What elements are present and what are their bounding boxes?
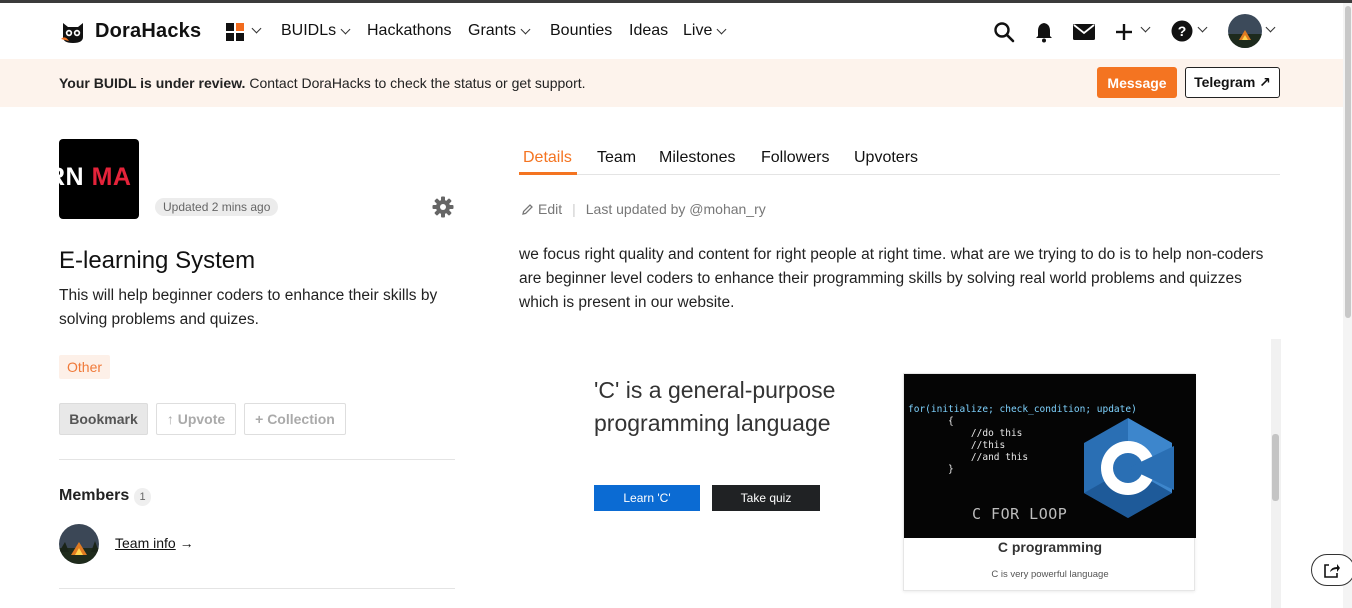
updated-badge: Updated 2 mins ago	[155, 198, 279, 216]
c-programming-card[interactable]: for(initialize; check_condition; update)…	[903, 373, 1196, 591]
learn-c-button[interactable]: Learn 'C'	[594, 485, 700, 511]
banner-message: Your BUIDL is under review. Contact Dora…	[59, 75, 586, 91]
nav-item-label: BUIDLs	[281, 22, 337, 39]
upvote-button[interactable]: ↑ Upvote	[156, 403, 236, 435]
team-info-link[interactable]: Team info →	[115, 535, 194, 551]
banner-bold-text: Your BUIDL is under review.	[59, 75, 246, 91]
message-button[interactable]: Message	[1097, 67, 1177, 98]
dorahacks-logo[interactable]: DoraHacks	[59, 17, 201, 45]
nav-item-bounties[interactable]: Bounties	[550, 22, 612, 40]
details-body: we focus right quality and content for r…	[519, 246, 1264, 311]
project-logo: RN MA	[59, 139, 139, 219]
share-button[interactable]	[1311, 554, 1352, 586]
plus-chevron-down-icon[interactable]	[1140, 22, 1151, 33]
nav-item-buidls[interactable]: BUIDLs	[281, 22, 351, 40]
nav-item-live[interactable]: Live	[683, 22, 727, 40]
banner-detail-text: Contact DoraHacks to check the status or…	[245, 75, 586, 91]
arrow-right-icon: →	[175, 535, 194, 551]
nav-item-label: Ideas	[629, 22, 669, 39]
details-tabs: Details Team Milestones Followers Upvote…	[519, 146, 1280, 175]
members-heading: Members	[59, 487, 130, 504]
tab-followers[interactable]: Followers	[761, 149, 829, 167]
edit-link[interactable]: Edit	[538, 201, 562, 217]
nav-item-label: Grants	[468, 22, 517, 39]
c-language-logo-icon	[1084, 418, 1174, 518]
dorahacks-owl-icon	[59, 17, 87, 45]
embed-heading: 'C' is a general-purpose programming lan…	[594, 377, 836, 436]
help-icon[interactable]: ?	[1171, 20, 1193, 47]
review-banner: Your BUIDL is under review. Contact Dora…	[0, 59, 1343, 107]
apps-chevron-down-icon[interactable]	[251, 23, 262, 34]
project-title: E-learning System	[59, 247, 256, 274]
category-tag[interactable]: Other	[59, 355, 111, 379]
gear-icon[interactable]	[432, 196, 454, 223]
mail-icon[interactable]	[1073, 24, 1095, 45]
nav-item-label: Live	[683, 22, 713, 39]
pencil-icon[interactable]	[521, 203, 534, 216]
apps-grid-icon[interactable]	[226, 23, 244, 41]
c-for-loop-caption: C FOR LOOP	[972, 505, 1068, 523]
team-info-label: Team info	[115, 535, 176, 551]
project-logo-text-red: MA	[91, 163, 132, 191]
tab-details[interactable]: Details	[523, 149, 572, 167]
logo-text: DoraHacks	[95, 19, 202, 42]
separator: |	[572, 201, 576, 217]
svg-text:?: ?	[1178, 23, 1187, 39]
nav-item-grants[interactable]: Grants	[468, 22, 531, 40]
card-subtitle: C is very powerful language	[991, 569, 1109, 580]
user-avatar[interactable]	[1228, 14, 1262, 48]
chevron-down-icon	[340, 24, 351, 34]
c-for-loop-image: for(initialize; check_condition; update)…	[904, 374, 1196, 538]
help-chevron-down-icon[interactable]	[1197, 22, 1208, 33]
member-avatar[interactable]	[59, 524, 99, 564]
card-title: C programming	[997, 539, 1103, 555]
project-logo-text-white: RN	[59, 163, 85, 191]
tab-upvoters[interactable]: Upvoters	[854, 149, 918, 167]
nav-item-hackathons[interactable]: Hackathons	[367, 22, 452, 40]
last-updated-text: Last updated by @mohan_ry	[585, 201, 766, 217]
take-quiz-button[interactable]: Take quiz	[712, 485, 820, 511]
active-tab-indicator	[519, 172, 577, 175]
nav-item-ideas[interactable]: Ideas	[629, 22, 668, 40]
tab-team[interactable]: Team	[597, 149, 636, 167]
nav-item-label: Hackathons	[367, 22, 452, 39]
divider	[59, 588, 455, 589]
share-icon	[1323, 562, 1341, 584]
add-collection-button[interactable]: + Collection	[244, 403, 346, 435]
chevron-down-icon	[716, 24, 727, 34]
user-menu-chevron-down-icon[interactable]	[1265, 22, 1276, 33]
page-scrollbar-thumb[interactable]	[1345, 6, 1351, 318]
divider	[59, 459, 455, 460]
embed-scrollbar-thumb[interactable]	[1272, 434, 1279, 501]
bookmark-button[interactable]: Bookmark	[59, 403, 148, 435]
edit-row: Edit | Last updated by @mohan_ry	[521, 201, 766, 217]
members-count-badge: 1	[134, 488, 151, 506]
chevron-down-icon	[520, 24, 531, 34]
top-navigation: DoraHacks BUIDLs Hackathons Grants Bount…	[0, 3, 1352, 59]
nav-item-label: Bounties	[550, 22, 613, 39]
search-icon[interactable]	[993, 21, 1015, 48]
bell-icon[interactable]	[1034, 21, 1054, 48]
plus-icon[interactable]	[1115, 23, 1133, 46]
tab-milestones[interactable]: Milestones	[659, 149, 735, 167]
project-description: This will help beginner coders to enhanc…	[59, 287, 438, 328]
telegram-button[interactable]: Telegram ↗	[1185, 67, 1280, 98]
